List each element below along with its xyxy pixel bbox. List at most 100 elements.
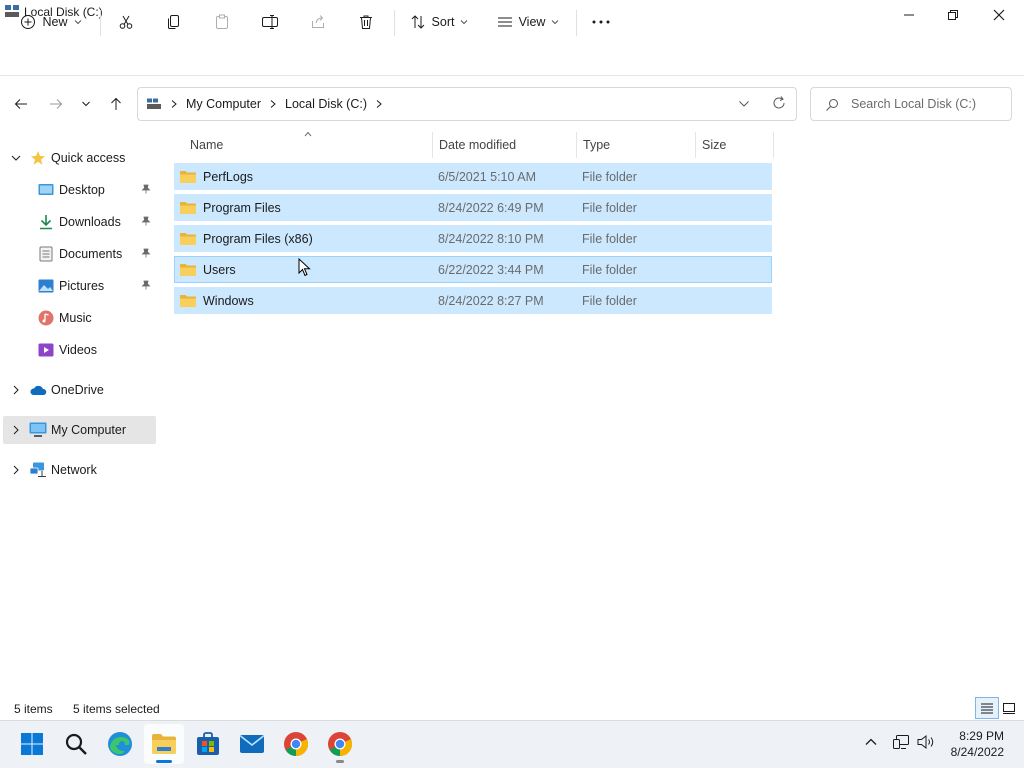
chevron-right-icon[interactable] <box>375 99 383 109</box>
edge-browser-icon <box>108 732 132 756</box>
large-icons-view-button[interactable] <box>997 697 1021 719</box>
sidebar-item-downloads[interactable]: Downloads <box>3 208 156 236</box>
clipboard-icon <box>216 14 228 29</box>
file-explorer-icon <box>152 734 176 754</box>
more-options-button[interactable] <box>586 8 616 36</box>
taskbar-file-explorer[interactable] <box>144 724 184 764</box>
cut-button[interactable] <box>112 8 140 36</box>
chevron-down-icon <box>552 20 559 25</box>
up-button[interactable] <box>104 92 128 116</box>
sidebar-item-network[interactable]: Network <box>3 456 156 484</box>
volume-button[interactable] <box>916 734 936 753</box>
column-header-date[interactable]: Date modified <box>432 132 576 158</box>
view-label: View <box>518 15 546 29</box>
file-type: File folder <box>582 293 637 308</box>
share-icon <box>312 15 324 28</box>
maximize-button[interactable] <box>930 0 976 30</box>
chrome-icon <box>284 732 309 757</box>
sidebar-item-label: Videos <box>59 343 97 357</box>
file-date: 6/22/2022 3:44 PM <box>438 262 544 277</box>
star-icon <box>29 150 47 166</box>
address-bar[interactable]: My Computer Local Disk (C:) <box>137 87 797 121</box>
sidebar-item-pictures[interactable]: Pictures <box>3 272 156 300</box>
taskbar-chrome-running[interactable] <box>320 724 360 764</box>
recent-locations-button[interactable] <box>74 92 98 116</box>
sidebar-item-desktop[interactable]: Desktop <box>3 176 156 204</box>
network-status-icon <box>893 735 909 749</box>
address-history-button[interactable] <box>738 98 750 112</box>
arrow-up-icon <box>111 97 121 110</box>
forward-button[interactable] <box>44 92 68 116</box>
view-button[interactable]: View <box>492 8 564 36</box>
sidebar-item-my-computer[interactable]: My Computer <box>3 416 156 444</box>
breadcrumb-local-disk[interactable]: Local Disk (C:) <box>285 97 367 111</box>
pin-icon[interactable] <box>141 215 151 229</box>
table-row[interactable]: Program Files (x86) 8/24/2022 8:10 PM Fi… <box>174 225 772 252</box>
file-type: File folder <box>582 262 637 277</box>
search-input[interactable]: Search Local Disk (C:) <box>810 87 1012 121</box>
table-row[interactable]: Windows 8/24/2022 8:27 PM File folder <box>174 287 772 314</box>
large-icons-view-icon <box>1003 703 1015 714</box>
column-header-type[interactable]: Type <box>576 132 695 158</box>
breadcrumb-my-computer[interactable]: My Computer <box>186 97 261 111</box>
network-icon <box>29 462 47 478</box>
sidebar-item-label: Music <box>59 311 92 325</box>
pin-icon[interactable] <box>141 279 151 293</box>
taskbar-chrome[interactable] <box>276 724 316 764</box>
column-header-size[interactable]: Size <box>695 132 774 158</box>
toolbar-divider <box>394 10 395 36</box>
start-button[interactable] <box>12 724 52 764</box>
scissors-icon <box>119 15 133 29</box>
refresh-button[interactable] <box>772 96 786 113</box>
pin-icon[interactable] <box>141 247 151 261</box>
chevron-right-icon[interactable] <box>11 425 21 435</box>
file-type: File folder <box>582 169 637 184</box>
windows-logo-icon <box>21 733 43 755</box>
copy-button[interactable] <box>160 8 188 36</box>
chevron-right-icon[interactable] <box>11 385 21 395</box>
table-row[interactable]: PerfLogs 6/5/2021 5:10 AM File folder <box>174 163 772 190</box>
file-type: File folder <box>582 231 637 246</box>
taskbar-store[interactable] <box>188 724 228 764</box>
pin-icon[interactable] <box>141 183 151 197</box>
details-view-button[interactable] <box>975 697 999 719</box>
table-row[interactable]: Users 6/22/2022 3:44 PM File folder <box>174 256 772 283</box>
column-header-name[interactable]: Name <box>174 131 432 158</box>
sort-icon <box>411 15 424 29</box>
file-name: PerfLogs <box>203 169 254 184</box>
sidebar-item-label: Quick access <box>51 151 126 165</box>
plus-circle-icon <box>21 15 36 29</box>
table-row[interactable]: Program Files 8/24/2022 6:49 PM File fol… <box>174 194 772 221</box>
chevron-right-icon[interactable] <box>11 465 21 475</box>
sidebar-item-documents[interactable]: Documents <box>3 240 156 268</box>
taskbar-edge[interactable] <box>100 724 140 764</box>
taskbar-mail[interactable] <box>232 724 272 764</box>
paste-button[interactable] <box>208 8 236 36</box>
taskbar-search-button[interactable] <box>56 724 96 764</box>
new-button[interactable]: New <box>14 8 88 36</box>
folder-icon <box>180 294 196 307</box>
rename-button[interactable] <box>256 8 284 36</box>
details-view-icon <box>981 703 993 714</box>
cloud-icon <box>29 382 47 398</box>
sidebar-item-quick-access[interactable]: Quick access <box>3 144 156 172</box>
delete-button[interactable] <box>352 8 380 36</box>
file-date: 6/5/2021 5:10 AM <box>438 169 536 184</box>
network-status-button[interactable] <box>892 734 910 753</box>
sidebar-item-videos[interactable]: Videos <box>3 336 156 364</box>
close-button[interactable] <box>976 0 1022 30</box>
status-selection-count: 5 items selected <box>73 702 160 716</box>
minimize-icon <box>904 14 914 16</box>
minimize-button[interactable] <box>886 0 932 30</box>
back-button[interactable] <box>9 92 33 116</box>
show-hidden-icons-button[interactable] <box>864 735 878 752</box>
system-clock[interactable]: 8:29 PM 8/24/2022 <box>942 728 1004 760</box>
sidebar-item-onedrive[interactable]: OneDrive <box>3 376 156 404</box>
chevron-right-icon <box>270 100 276 108</box>
column-header-row: Name Date modified Type Size <box>174 131 774 158</box>
chevron-down-icon[interactable] <box>11 154 21 162</box>
chrome-icon <box>328 732 353 757</box>
sort-button[interactable]: Sort <box>404 8 474 36</box>
sidebar-item-music[interactable]: Music <box>3 304 156 332</box>
share-button[interactable] <box>304 8 332 36</box>
